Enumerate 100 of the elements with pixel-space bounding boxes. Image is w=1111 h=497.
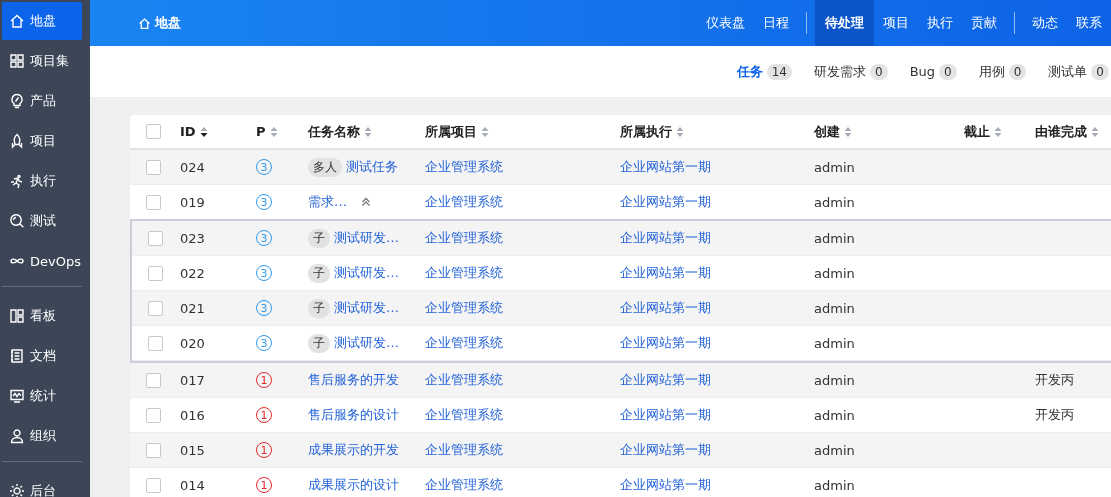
task-name-link[interactable]: 测试研发… bbox=[334, 299, 399, 317]
creator-cell: admin bbox=[814, 265, 855, 281]
execution-link[interactable]: 企业网站第一期 bbox=[620, 193, 711, 211]
checkbox[interactable] bbox=[148, 335, 163, 351]
people-icon bbox=[9, 428, 25, 444]
rocket-icon bbox=[9, 133, 25, 149]
tab[interactable]: 研发需求 0 bbox=[814, 62, 888, 81]
creator-cell: admin bbox=[814, 300, 855, 316]
sidebar-item[interactable]: DevOps bbox=[2, 242, 82, 280]
tab[interactable]: 测试单 0 bbox=[1048, 62, 1109, 81]
task-name-link[interactable]: 需求… bbox=[308, 193, 347, 211]
execution-link[interactable]: 企业网站第一期 bbox=[620, 406, 711, 424]
finished-by-cell: 开发丙 bbox=[1035, 406, 1074, 424]
creator-cell: admin bbox=[814, 194, 855, 210]
column-header[interactable]: P bbox=[256, 124, 266, 139]
sidebar-item[interactable]: 组织 bbox=[2, 417, 82, 455]
project-link[interactable]: 企业管理系统 bbox=[425, 371, 503, 389]
execution-link[interactable]: 企业网站第一期 bbox=[620, 299, 711, 317]
page-title-link[interactable]: 地盘 bbox=[90, 14, 181, 32]
task-name-link[interactable]: 测试研发… bbox=[334, 334, 399, 352]
count-badge: 14 bbox=[766, 63, 792, 80]
task-name-link[interactable]: 售后服务的开发 bbox=[308, 371, 399, 389]
finished-by-cell: 开发丙 bbox=[1035, 371, 1074, 389]
project-link[interactable]: 企业管理系统 bbox=[425, 334, 503, 352]
project-link[interactable]: 企业管理系统 bbox=[425, 158, 503, 176]
sidebar-item[interactable]: 测试 bbox=[2, 202, 82, 240]
task-name-link[interactable]: 售后服务的设计 bbox=[308, 406, 399, 424]
execution-link[interactable]: 企业网站第一期 bbox=[620, 441, 711, 459]
project-link[interactable]: 企业管理系统 bbox=[425, 299, 503, 317]
task-tag: 子 bbox=[308, 333, 330, 353]
search-icon bbox=[9, 213, 25, 229]
sort-icon[interactable] bbox=[199, 125, 208, 138]
checkbox[interactable] bbox=[148, 300, 163, 316]
task-name-link[interactable]: 成果展示的开发 bbox=[308, 441, 399, 459]
column-header[interactable]: 截止 bbox=[964, 122, 990, 141]
id-cell: 022 bbox=[180, 265, 205, 281]
sidebar-item[interactable]: 后台 bbox=[2, 472, 82, 497]
execution-link[interactable]: 企业网站第一期 bbox=[620, 371, 711, 389]
checkbox[interactable] bbox=[146, 407, 161, 423]
sidebar-item[interactable]: 地盘 bbox=[2, 2, 82, 40]
project-link[interactable]: 企业管理系统 bbox=[425, 193, 503, 211]
project-link[interactable]: 企业管理系统 bbox=[425, 229, 503, 247]
nav-item[interactable]: 日程 bbox=[754, 0, 798, 46]
nav-item[interactable]: 待处理 bbox=[815, 0, 874, 46]
column-header[interactable]: ID bbox=[180, 124, 196, 139]
tab[interactable]: Bug 0 bbox=[909, 63, 957, 80]
sidebar-item[interactable]: 项目 bbox=[2, 122, 82, 160]
column-header[interactable]: 由谁完成 bbox=[1035, 122, 1087, 141]
nav-item[interactable]: 仪表盘 bbox=[697, 0, 754, 46]
project-link[interactable]: 企业管理系统 bbox=[425, 476, 503, 494]
column-header[interactable]: 所属项目 bbox=[425, 122, 477, 141]
board-icon bbox=[9, 308, 25, 324]
task-name-link[interactable]: 测试研发… bbox=[334, 264, 399, 282]
sidebar-item[interactable]: 产品 bbox=[2, 82, 82, 120]
column-header[interactable]: 任务名称 bbox=[308, 122, 360, 141]
nav-item[interactable]: 联系 bbox=[1067, 0, 1111, 46]
nav-item[interactable]: 贡献 bbox=[962, 0, 1006, 46]
column-header[interactable]: 创建 bbox=[814, 122, 840, 141]
id-cell: 021 bbox=[180, 300, 205, 316]
checkbox[interactable] bbox=[148, 230, 163, 246]
id-cell: 015 bbox=[180, 442, 205, 458]
creator-cell: admin bbox=[814, 335, 855, 351]
sidebar-item[interactable]: 项目集 bbox=[2, 42, 82, 80]
id-cell: 016 bbox=[180, 407, 205, 423]
execution-link[interactable]: 企业网站第一期 bbox=[620, 476, 711, 494]
sidebar-item[interactable]: 文档 bbox=[2, 337, 82, 375]
execution-link[interactable]: 企业网站第一期 bbox=[620, 264, 711, 282]
task-name-link[interactable]: 测试研发… bbox=[334, 229, 399, 247]
id-cell: 014 bbox=[180, 477, 205, 493]
project-link[interactable]: 企业管理系统 bbox=[425, 441, 503, 459]
collapse-icon[interactable] bbox=[361, 197, 371, 207]
creator-cell: admin bbox=[814, 372, 855, 388]
checkbox[interactable] bbox=[146, 372, 161, 388]
tab[interactable]: 用例 0 bbox=[978, 62, 1027, 81]
checkbox[interactable] bbox=[146, 477, 161, 493]
checkbox[interactable] bbox=[146, 159, 161, 175]
project-link[interactable]: 企业管理系统 bbox=[425, 264, 503, 282]
nav-item[interactable]: 执行 bbox=[918, 0, 962, 46]
checkbox[interactable] bbox=[146, 442, 161, 458]
monitor-chart-icon bbox=[9, 388, 25, 404]
count-badge: 0 bbox=[870, 63, 888, 80]
project-link[interactable]: 企业管理系统 bbox=[425, 406, 503, 424]
column-header[interactable]: 所属执行 bbox=[620, 122, 672, 141]
task-name-link[interactable]: 成果展示的设计 bbox=[308, 476, 399, 494]
sidebar-item[interactable]: 看板 bbox=[2, 297, 82, 335]
checkbox[interactable] bbox=[148, 265, 163, 281]
execution-link[interactable]: 企业网站第一期 bbox=[620, 229, 711, 247]
tab-label: Bug bbox=[909, 64, 936, 79]
task-name-link[interactable]: 测试任务 bbox=[346, 158, 398, 176]
nav-item[interactable]: 动态 bbox=[1023, 0, 1067, 46]
checkbox[interactable] bbox=[146, 124, 161, 139]
sidebar-item[interactable]: 执行 bbox=[2, 162, 82, 200]
checkbox[interactable] bbox=[146, 194, 161, 210]
execution-link[interactable]: 企业网站第一期 bbox=[620, 158, 711, 176]
nav-item[interactable]: 项目 bbox=[874, 0, 918, 46]
document-icon bbox=[9, 348, 25, 364]
sidebar-item[interactable]: 统计 bbox=[2, 377, 82, 415]
tab[interactable]: 任务 14 bbox=[736, 62, 792, 81]
execution-link[interactable]: 企业网站第一期 bbox=[620, 334, 711, 352]
creator-cell: admin bbox=[814, 159, 855, 175]
